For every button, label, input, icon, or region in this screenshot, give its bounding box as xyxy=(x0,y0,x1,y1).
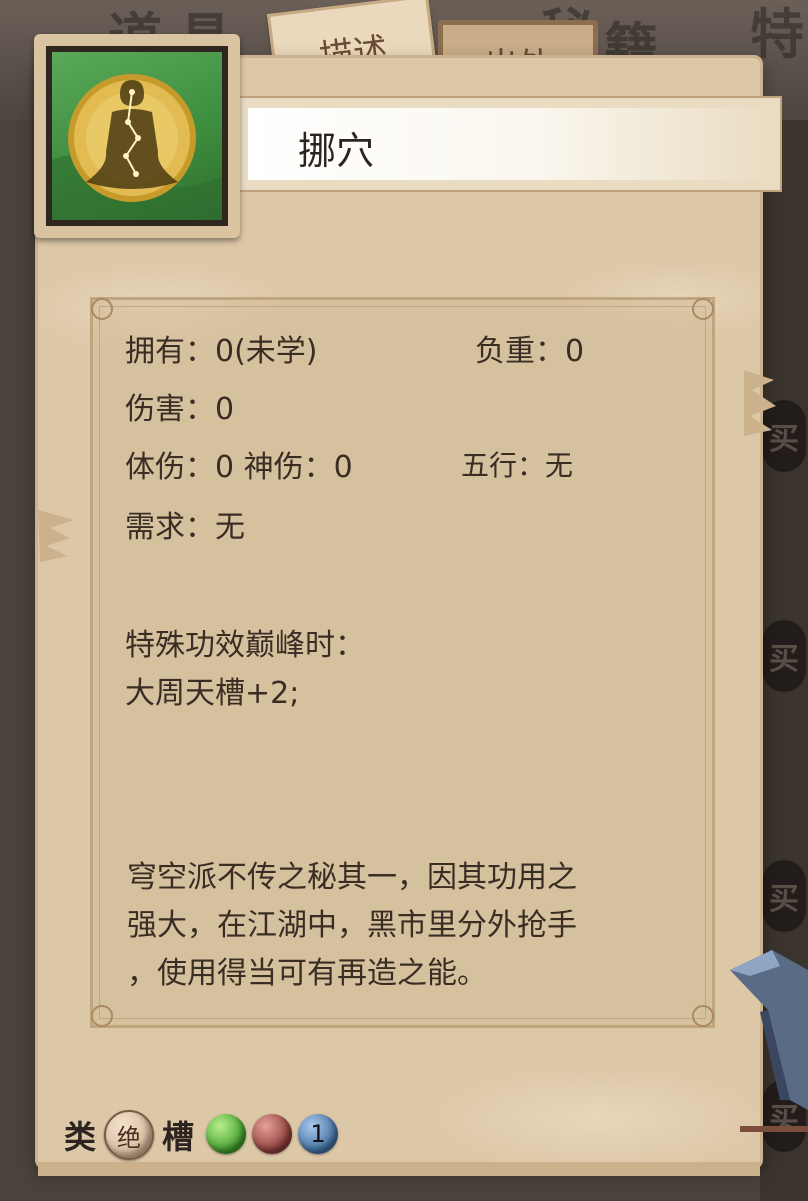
panel-bottom-edge xyxy=(38,1162,760,1176)
item-title-banner: 挪穴 xyxy=(238,96,782,192)
weight-value: 0 xyxy=(565,334,585,369)
spirit-damage-value: 0 xyxy=(333,450,353,485)
stick-decoration xyxy=(740,1126,808,1132)
item-name: 挪穴 xyxy=(298,129,375,173)
category-badge: 绝 xyxy=(104,1110,154,1160)
special-effect-header: 特殊功效巅峰时： xyxy=(125,628,365,663)
damage-label: 伤害： xyxy=(125,392,215,427)
element-label: 五行： xyxy=(461,449,546,482)
requirement-stat: 需求：无 xyxy=(125,502,245,546)
green-slot-orb xyxy=(206,1114,246,1154)
spirit-damage-label: 神伤： xyxy=(243,450,334,485)
description-line: ，使用得当可有再造之能。 xyxy=(127,956,487,991)
slot-label: 槽 xyxy=(162,1118,195,1156)
description-line: 强大，在江湖中，黑市里分外抢手 xyxy=(127,908,577,943)
corner-ornament xyxy=(692,1005,714,1027)
requirement-label: 需求： xyxy=(125,510,215,545)
buy-marker[interactable]: 买 xyxy=(762,860,806,932)
torn-edge-decoration xyxy=(744,370,776,436)
description-line: 穹空派不传之秘其一，因其功用之 xyxy=(127,860,577,895)
buy-marker[interactable]: 买 xyxy=(762,620,806,692)
corner-ornament xyxy=(91,298,113,320)
body-damage-value: 0 xyxy=(215,450,235,485)
body-damage-stat: 体伤：0 神伤：0 xyxy=(125,442,353,486)
owned-label: 拥有： xyxy=(125,334,215,369)
special-effect-value: 大周天槽+2; xyxy=(125,676,300,711)
category-label: 类 xyxy=(64,1118,97,1156)
meditating-figure-icon xyxy=(52,52,222,220)
torn-edge-decoration xyxy=(38,510,74,562)
owned-value: 0(未学) xyxy=(215,334,318,369)
damage-stat: 伤害：0 xyxy=(125,384,234,428)
item-avatar xyxy=(34,34,240,238)
weight-label: 负重： xyxy=(475,334,565,369)
element-value: 无 xyxy=(545,449,574,482)
blade-decoration xyxy=(730,950,808,1110)
corner-ornament xyxy=(692,298,714,320)
blue-slot-orb: 1 xyxy=(298,1114,338,1154)
red-slot-orb xyxy=(252,1114,292,1154)
item-info-box: 拥有：0(未学) 负重：0 伤害：0 体伤：0 神伤：0 五行：无 需求：无 特… xyxy=(90,297,715,1028)
requirement-value: 无 xyxy=(215,510,245,545)
element-stat: 五行：无 xyxy=(461,444,573,484)
weight-stat: 负重：0 xyxy=(475,326,584,370)
owned-stat: 拥有：0(未学) xyxy=(125,326,318,370)
body-damage-label: 体伤： xyxy=(125,450,215,485)
corner-ornament xyxy=(91,1005,113,1027)
damage-value: 0 xyxy=(215,392,235,427)
